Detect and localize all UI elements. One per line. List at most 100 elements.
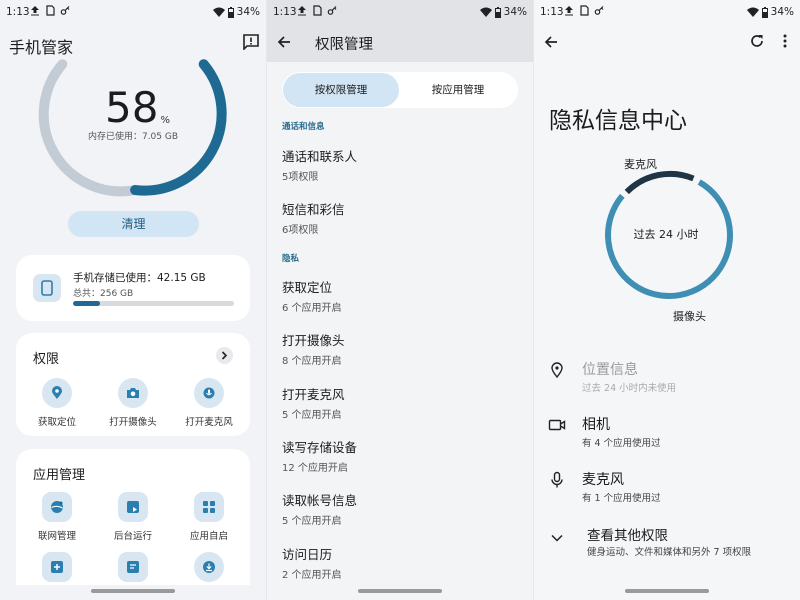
app-network-label: 联网管理	[37, 531, 76, 542]
privacy-item-title: 麦克风	[582, 472, 624, 488]
storage-used-label: 手机存储已使用：42.15 GB	[73, 272, 206, 284]
privacy-center-panel: 1:13 34% 隐私信息中心 麦克风 摄像头 过去 24 小时 位置信息 过去…	[534, 0, 800, 600]
privacy-item-title: 查看其他权限	[587, 528, 668, 544]
gesture-bar[interactable]	[625, 589, 709, 593]
list-item-sub: 6 个应用开启	[282, 303, 342, 314]
storage-progress-bar	[73, 301, 234, 306]
globe-icon	[42, 492, 72, 522]
list-item-sub: 2 个应用开启	[282, 570, 342, 581]
permission-camera-label: 打开摄像头	[109, 417, 157, 428]
permission-camera[interactable]: 打开摄像头	[97, 378, 169, 428]
location-pin-icon	[551, 362, 563, 379]
list-item-sub: 6项权限	[282, 225, 319, 236]
list-item-title: 打开摄像头	[282, 333, 345, 348]
list-item-sub: 8 个应用开启	[282, 356, 342, 367]
mic-icon	[551, 471, 563, 488]
list-item-accounts[interactable]: 读取帐号信息 5 个应用开启	[282, 490, 357, 527]
list-item-camera[interactable]: 打开摄像头 8 个应用开启	[282, 330, 345, 367]
list-item-title: 读写存储设备	[282, 440, 358, 455]
phone-icon	[33, 274, 61, 302]
tab-by-app[interactable]: 按应用管理	[400, 73, 516, 107]
memory-used-label: 内存已使用：7.05 GB	[87, 132, 179, 142]
background-run-icon	[118, 492, 148, 522]
permissions-card: 权限 获取定位 打开摄像头 打开麦克风	[16, 333, 250, 436]
videocam-icon	[548, 419, 566, 431]
app-background[interactable]: 后台运行	[97, 492, 169, 542]
gesture-bar[interactable]	[91, 589, 175, 593]
app-network[interactable]: 联网管理	[21, 492, 93, 542]
memory-percent: 58	[105, 83, 159, 132]
grid-icon	[194, 492, 224, 522]
list-item-sub: 5 个应用开启	[282, 516, 342, 527]
app-autostart[interactable]: 应用自启	[173, 492, 245, 542]
battery-percent: 34%	[503, 6, 527, 18]
list-item-title: 获取定位	[282, 280, 333, 295]
gesture-bar[interactable]	[358, 589, 442, 593]
list-item-contacts[interactable]: 通话和联系人 5项权限	[282, 146, 357, 183]
list-item-location[interactable]: 获取定位 6 个应用开启	[282, 277, 342, 314]
usage-ring	[605, 170, 734, 299]
status-time: 1:13	[273, 6, 297, 18]
list-item-title: 短信和彩信	[282, 202, 345, 217]
ring-center-text: 过去 24 小时	[633, 228, 699, 241]
clean-button[interactable]: 清理	[68, 211, 199, 237]
download-icon	[194, 552, 224, 582]
ring-label-camera: 摄像头	[673, 310, 706, 323]
list-item-sub: 5 个应用开启	[282, 410, 342, 421]
sim-card-icon	[313, 5, 322, 16]
add-window-icon	[42, 552, 72, 582]
list-item-sms[interactable]: 短信和彩信 6项权限	[282, 199, 345, 236]
app-management-card: 应用管理 联网管理 后台运行 应用自启	[16, 449, 250, 600]
category-calls-messages: 通话和信息	[282, 122, 325, 132]
privacy-item-sub: 有 4 个应用使用过	[582, 438, 661, 449]
list-item-title: 读取帐号信息	[282, 493, 358, 508]
tab-switcher: 按权限管理 按应用管理	[282, 72, 518, 108]
upload-icon	[298, 6, 306, 16]
category-privacy: 隐私	[282, 254, 300, 264]
storage-progress-fill	[73, 301, 100, 306]
status-bar: 1:13 34%	[267, 0, 533, 24]
app-background-label: 后台运行	[113, 531, 152, 542]
notes-icon	[118, 552, 148, 582]
chevron-down-icon	[551, 534, 563, 542]
list-item-title: 通话和联系人	[282, 149, 358, 164]
permission-location[interactable]: 获取定位	[21, 378, 93, 428]
phone-manager-panel: 1:13 34% 手机管家 58 % 内存已使用：7.05 GB 清理 手机存储…	[0, 0, 266, 600]
percent-sign: %	[160, 115, 170, 126]
permissions-title: 权限	[33, 352, 60, 367]
list-item-storage[interactable]: 读写存储设备 12 个应用开启	[282, 437, 357, 474]
permission-manager-panel: 1:13 34% 权限管理 按权限管理 按应用管理 通话和信息 通话和联系人 5…	[267, 0, 533, 600]
privacy-item-title: 位置信息	[582, 362, 638, 378]
privacy-item-sub: 有 1 个应用使用过	[582, 493, 661, 504]
permission-location-label: 获取定位	[37, 417, 76, 428]
mic-icon	[194, 378, 224, 408]
permissions-more-button[interactable]	[216, 347, 233, 364]
app-item-4[interactable]	[21, 552, 93, 582]
privacy-item-sub: 健身运动、文件和媒体和另外 7 项权限	[587, 547, 752, 558]
list-item-sub: 12 个应用开启	[282, 463, 348, 474]
camera-icon	[118, 378, 148, 408]
permission-mic[interactable]: 打开麦克风	[173, 378, 245, 428]
battery-icon	[494, 6, 501, 18]
app-item-5[interactable]	[97, 552, 169, 582]
list-item-calendar[interactable]: 访问日历 2 个应用开启	[282, 544, 342, 581]
tab-by-permission[interactable]: 按权限管理	[283, 73, 399, 107]
list-item-title: 打开麦克风	[282, 387, 345, 402]
list-item-title: 访问日历	[282, 547, 333, 562]
app-item-6[interactable]	[173, 552, 245, 582]
list-item-microphone[interactable]: 打开麦克风 5 个应用开启	[282, 384, 345, 421]
storage-card[interactable]: 手机存储已使用：42.15 GB 总共：256 GB	[16, 255, 250, 321]
ring-label-microphone: 麦克风	[624, 158, 657, 171]
page-title: 权限管理	[315, 37, 373, 53]
chevron-right-icon	[221, 351, 228, 360]
location-icon	[42, 378, 72, 408]
back-arrow-icon[interactable]	[277, 35, 291, 49]
wifi-icon	[479, 7, 492, 17]
permission-mic-label: 打开麦克风	[185, 417, 233, 428]
app-autostart-label: 应用自启	[189, 531, 228, 542]
app-management-title: 应用管理	[33, 468, 86, 483]
key-icon	[327, 6, 337, 15]
list-item-sub: 5项权限	[282, 172, 319, 183]
storage-total-label: 总共：256 GB	[73, 289, 134, 299]
privacy-item-sub: 过去 24 小时内未使用	[582, 383, 677, 394]
